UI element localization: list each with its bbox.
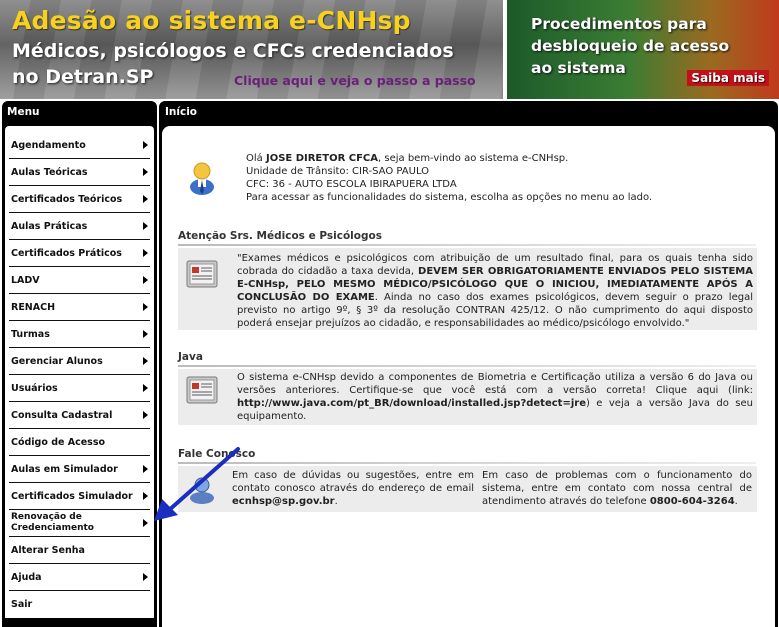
menu-item-label: Código de Acesso xyxy=(11,436,106,448)
banner-adesao[interactable]: Adesão ao sistema e-CNHsp Médicos, psicó… xyxy=(0,0,503,99)
menu-item-codigo-de-acesso[interactable]: Código de Acesso xyxy=(9,429,150,456)
menu-item-label: Certificados Teóricos xyxy=(11,193,123,205)
greeting-suffix: , seja bem-vindo ao sistema e-CNHsp. xyxy=(378,153,569,164)
menu-item-label: Consulta Cadastral xyxy=(11,409,113,421)
menu-item-aulas-em-simulador[interactable]: Aulas em Simulador xyxy=(9,456,150,483)
menu-item-certificados-praticos[interactable]: Certificados Práticos xyxy=(9,240,150,267)
submenu-arrow-icon xyxy=(143,573,148,581)
contact-box: Em caso de dúvidas ou sugestões, entre e… xyxy=(178,466,757,512)
submenu-arrow-icon xyxy=(143,357,148,365)
menu-item-aulas-praticas[interactable]: Aulas Práticas xyxy=(9,213,150,240)
menu-item-label: Aulas Teóricas xyxy=(11,166,88,178)
submenu-arrow-icon xyxy=(143,222,148,230)
instructions: Para acessar as funcionalidades do siste… xyxy=(246,192,653,203)
notice-board-icon xyxy=(186,260,218,288)
menu-item-label: Certificados Práticos xyxy=(11,247,122,259)
contact-email-text: Em caso de dúvidas ou sugestões, entre e… xyxy=(232,469,474,508)
submenu-arrow-icon xyxy=(143,519,148,527)
menu-item-label: Alterar Senha xyxy=(11,544,85,556)
submenu-arrow-icon xyxy=(143,249,148,257)
menu-item-label: LADV xyxy=(11,274,40,286)
menu-item-label: RENACH xyxy=(11,301,56,313)
menu-item-renach[interactable]: RENACH xyxy=(9,294,150,321)
menu-item-agendamento[interactable]: Agendamento xyxy=(9,132,150,159)
menu-item-ajuda[interactable]: Ajuda xyxy=(9,564,150,591)
attention-text: "Exames médicos e psicológicos com atrib… xyxy=(237,252,753,330)
menu-item-gerenciar-alunos[interactable]: Gerenciar Alunos xyxy=(9,348,150,375)
content-panel: Início Olá JOSE DIRETOR CFCA, seja bem-v… xyxy=(159,101,778,627)
menu-item-aulas-teoricas[interactable]: Aulas Teóricas xyxy=(9,159,150,186)
contact-phone: 0800-604-3264 xyxy=(649,496,735,507)
menu-item-ladv[interactable]: LADV xyxy=(9,267,150,294)
menu-item-label: Ajuda xyxy=(11,571,42,583)
submenu-arrow-icon xyxy=(143,465,148,473)
banner-desbloqueio[interactable]: Procedimentos para desbloqueio de acesso… xyxy=(507,0,779,99)
java-title: Java xyxy=(178,351,755,367)
menu-item-turmas[interactable]: Turmas xyxy=(9,321,150,348)
contact-phone-end: . xyxy=(734,496,738,507)
java-text-1: O sistema e-CNHsp devido a componentes d… xyxy=(237,372,753,396)
menu-item-label: Certificados Simulador xyxy=(11,490,133,502)
attention-title: Atenção Srs. Médicos e Psicólogos xyxy=(178,230,756,246)
menu-item-sair[interactable]: Sair xyxy=(9,591,150,618)
menu-item-label: Turmas xyxy=(11,328,50,340)
submenu-arrow-icon xyxy=(143,303,148,311)
menu-item-label: Gerenciar Alunos xyxy=(11,355,103,367)
contact-phone-text: Em caso de problemas com o funcionamento… xyxy=(482,469,752,508)
contact-email-end: . xyxy=(334,496,338,507)
saiba-mais-button[interactable]: Saiba mais xyxy=(687,70,769,86)
content-header: Início xyxy=(165,106,198,118)
submenu-arrow-icon xyxy=(143,276,148,284)
menu-item-label: Renovação de Credenciamento xyxy=(11,512,94,533)
menu-header: Menu xyxy=(7,106,40,118)
submenu-arrow-icon xyxy=(143,384,148,392)
submenu-arrow-icon xyxy=(143,168,148,176)
submenu-arrow-icon xyxy=(143,411,148,419)
contact-title: Fale Conosco xyxy=(178,448,759,464)
menu-panel: Menu Agendamento Aulas Teóricas Certificad… xyxy=(2,101,157,627)
welcome-greeting: Olá JOSE DIRETOR CFCA, seja bem-vindo ao… xyxy=(246,152,652,165)
banner-desbloqueio-line-1: Procedimentos para xyxy=(531,15,707,33)
submenu-arrow-icon xyxy=(143,330,148,338)
contact-email-intro: Em caso de dúvidas ou sugestões, entre e… xyxy=(232,470,474,494)
banner-subtitle-2: no Detran.SP xyxy=(12,66,154,88)
menu-item-usuarios[interactable]: Usuários xyxy=(9,375,150,402)
content-body: Olá JOSE DIRETOR CFCA, seja bem-vindo ao… xyxy=(162,126,775,627)
user-name: JOSE DIRETOR CFCA xyxy=(265,153,379,164)
banner-subtitle-1: Médicos, psicólogos e CFCs credenciados xyxy=(12,40,454,62)
menu-item-certificados-teoricos[interactable]: Certificados Teóricos xyxy=(9,186,150,213)
contact-person-icon xyxy=(190,477,214,504)
banner-desbloqueio-line-2: desbloqueio de acesso xyxy=(531,37,730,55)
menu-item-label: Sair xyxy=(11,599,33,610)
menu-item-certificados-simulador[interactable]: Certificados Simulador xyxy=(9,483,150,510)
submenu-arrow-icon xyxy=(143,195,148,203)
greeting-prefix: Olá xyxy=(246,153,266,164)
menu-item-label: Agendamento xyxy=(11,139,86,151)
menu-item-label: Usuários xyxy=(11,382,58,394)
submenu-arrow-icon xyxy=(143,492,148,500)
menu-list: Agendamento Aulas Teóricas Certificados Te… xyxy=(5,126,154,618)
java-box: O sistema e-CNHsp devido a componentes d… xyxy=(178,369,757,425)
welcome-message: Olá JOSE DIRETOR CFCA, seja bem-vindo ao… xyxy=(246,152,652,204)
menu-item-consulta-cadastral[interactable]: Consulta Cadastral xyxy=(9,402,150,429)
java-text: O sistema e-CNHsp devido a componentes d… xyxy=(237,371,753,423)
banner-title: Adesão ao sistema e-CNHsp xyxy=(12,6,411,35)
menu-item-renovacao-de-credenciamento[interactable]: Renovação de Credenciamento xyxy=(9,510,150,537)
cfc-info: CFC: 36 - AUTO ESCOLA IBIRAPUERA LTDA xyxy=(246,179,457,190)
contact-email-link[interactable]: ecnhsp@sp.gov.br xyxy=(232,496,335,507)
unit-info: Unidade de Trânsito: CIR-SAO PAULO xyxy=(246,166,430,177)
notice-board-icon xyxy=(186,376,218,404)
user-icon xyxy=(190,162,214,195)
menu-item-label: Aulas Práticas xyxy=(11,220,88,232)
java-download-link[interactable]: http://www.java.com/pt_BR/download/insta… xyxy=(237,398,586,409)
submenu-arrow-icon xyxy=(143,141,148,149)
menu-item-label: Aulas em Simulador xyxy=(11,463,118,475)
menu-item-alterar-senha[interactable]: Alterar Senha xyxy=(9,537,150,564)
banner-passo-a-passo-link[interactable]: Clique aqui e veja o passo a passo xyxy=(234,73,476,88)
attention-box: "Exames médicos e psicológicos com atrib… xyxy=(178,248,757,330)
